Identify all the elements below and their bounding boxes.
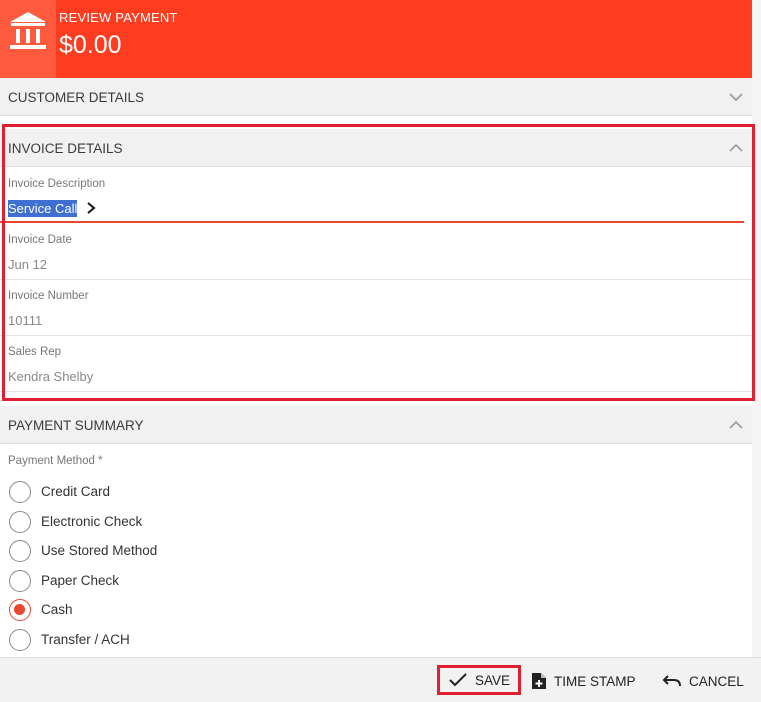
payment-method-label: Payment Method *: [8, 455, 103, 467]
radio-button[interactable]: [9, 511, 31, 533]
time-stamp-label: TIME STAMP: [554, 673, 636, 689]
undo-icon: [662, 675, 681, 687]
invoice-description-field[interactable]: Invoice Description Service Call: [0, 168, 744, 223]
radio-button[interactable]: [9, 540, 31, 562]
chevron-right-icon[interactable]: [85, 201, 97, 215]
save-label: SAVE: [474, 672, 510, 688]
field-label: Invoice Number: [8, 290, 89, 302]
chevron-down-icon[interactable]: [729, 90, 743, 104]
radio-label: Paper Check: [41, 573, 120, 588]
cancel-button[interactable]: CANCEL: [662, 666, 744, 696]
add-file-icon: [532, 673, 546, 689]
header-bar: REVIEW PAYMENT $0.00: [0, 0, 752, 78]
radio-button[interactable]: [9, 629, 31, 651]
field-label: Invoice Description: [8, 178, 106, 190]
page-title: REVIEW PAYMENT: [59, 10, 178, 25]
save-button[interactable]: SAVE: [437, 665, 521, 695]
cancel-label: CANCEL: [689, 673, 744, 689]
scrollbar[interactable]: [752, 0, 761, 657]
section-label: INVOICE DETAILS: [8, 141, 123, 156]
radio-button-checked[interactable]: [9, 599, 31, 621]
section-customer-details[interactable]: CUSTOMER DETAILS: [0, 78, 752, 116]
section-label: PAYMENT SUMMARY: [8, 418, 144, 433]
bank-icon: [10, 12, 46, 49]
radio-label: Electronic Check: [41, 514, 143, 529]
radio-label: Credit Card: [41, 484, 111, 499]
chevron-up-icon[interactable]: [729, 418, 743, 432]
section-invoice-details[interactable]: INVOICE DETAILS: [0, 129, 752, 167]
field-label: Invoice Date: [8, 234, 72, 246]
section-label: CUSTOMER DETAILS: [8, 90, 145, 105]
footer-bar: TIME STAMP CANCEL: [0, 657, 761, 702]
invoice-number-value: 10111: [8, 313, 43, 328]
time-stamp-button[interactable]: TIME STAMP: [531, 666, 636, 696]
sales-rep-value: Kendra Shelby: [8, 369, 94, 384]
section-payment-summary[interactable]: PAYMENT SUMMARY: [0, 406, 752, 444]
checkmark-icon: [449, 673, 467, 687]
radio-label: Transfer / ACH: [41, 632, 130, 647]
chevron-up-icon[interactable]: [729, 141, 743, 155]
radio-button[interactable]: [9, 570, 31, 592]
radio-label: Cash: [41, 602, 73, 617]
logo-area: [0, 0, 56, 78]
invoice-description-value[interactable]: Service Call: [8, 200, 78, 217]
invoice-number-field: Invoice Number 10111: [0, 280, 752, 336]
sales-rep-field: Sales Rep Kendra Shelby: [0, 336, 752, 392]
field-label: Sales Rep: [8, 346, 62, 358]
radio-button[interactable]: [9, 481, 31, 503]
invoice-date-field: Invoice Date Jun 12: [0, 224, 752, 280]
radio-label: Use Stored Method: [41, 543, 158, 558]
payment-amount: $0.00: [59, 31, 122, 59]
invoice-date-value: Jun 12: [8, 257, 48, 272]
